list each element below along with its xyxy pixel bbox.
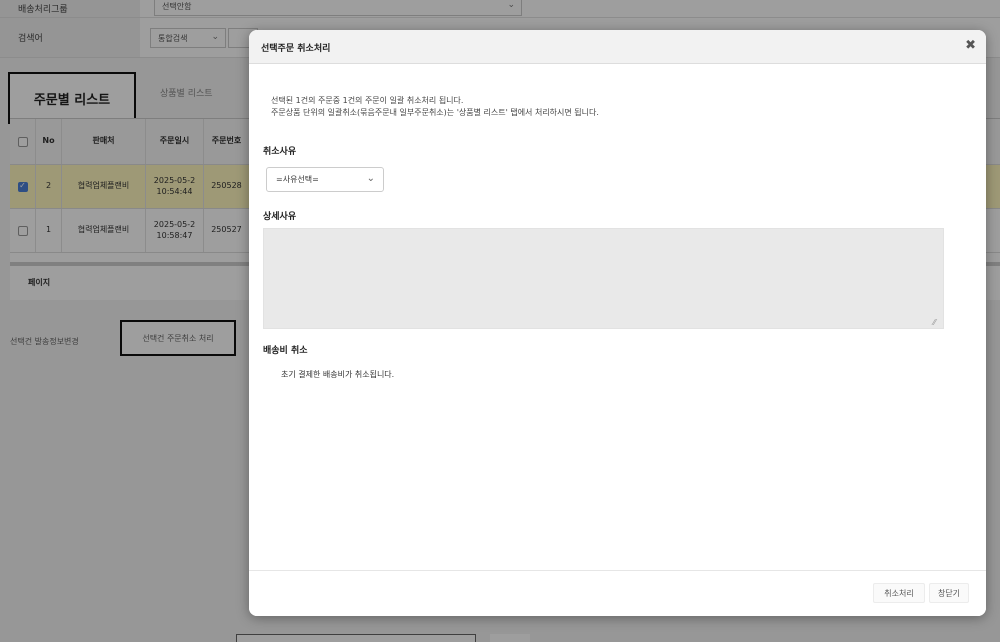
dialog-header: 선택주문 취소처리 ✖ — [249, 30, 986, 64]
detail-reason-textarea[interactable] — [263, 228, 944, 329]
shipping-fee-cancel-text: 초기 결제한 배송비가 취소됩니다. — [281, 370, 395, 379]
chevron-down-icon: ⌄ — [366, 173, 375, 184]
cancel-reason-label: 취소사유 — [263, 147, 297, 157]
dialog-footer: 취소처리 창닫기 — [249, 570, 986, 616]
resize-grip-icon[interactable]: ⁄⁄ — [933, 318, 936, 327]
cancel-order-dialog: 선택주문 취소처리 ✖ 선택된 1건의 주문중 1건의 주문이 일괄 취소처리 … — [249, 30, 986, 616]
process-cancel-button[interactable]: 취소처리 — [873, 583, 925, 603]
cancel-reason-select[interactable]: =사유선택= ⌄ — [266, 167, 384, 192]
dialog-title: 선택주문 취소처리 — [261, 44, 331, 54]
shipping-fee-cancel-label: 배송비 취소 — [263, 346, 308, 356]
dialog-info-text: 선택된 1건의 주문중 1건의 주문이 일괄 취소처리 됩니다. 주문상품 단위… — [271, 96, 599, 117]
detail-reason-label: 상세사유 — [263, 212, 297, 222]
close-dialog-button[interactable]: 창닫기 — [929, 583, 969, 603]
close-icon[interactable]: ✖ — [965, 38, 976, 53]
